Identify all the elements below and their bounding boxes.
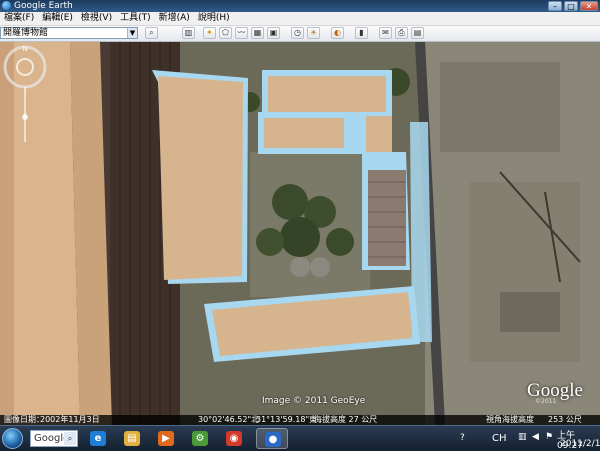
planets-icon[interactable]: ◐ <box>331 27 344 39</box>
flag-icon[interactable]: ⚑ <box>545 432 553 442</box>
navigation-control[interactable]: N <box>0 42 50 152</box>
imagery-date: 2002年11月3日 <box>40 415 100 424</box>
image-credit: Image © 2011 GeoEye <box>262 396 366 406</box>
chevron-down-icon[interactable]: ▼ <box>127 28 137 38</box>
start-button[interactable] <box>2 428 23 449</box>
polygon-icon[interactable]: ⬠ <box>219 27 232 39</box>
sidebar-icon[interactable]: ▥ <box>182 27 195 39</box>
google-earth-icon <box>2 1 11 10</box>
ie-icon: e <box>90 431 106 446</box>
longitude: 31°13'59.18"東 <box>256 415 318 424</box>
search-input[interactable]: 開羅博物館 ▼ <box>0 27 138 39</box>
menu-tools[interactable]: 工具(T) <box>116 12 155 25</box>
path-icon[interactable]: 〰 <box>235 27 248 39</box>
taskbar-app-media[interactable]: ▶ <box>150 428 182 449</box>
search-value: 開羅博物館 <box>3 28 49 38</box>
taskbar-app-explorer[interactable]: ▤ <box>116 428 148 449</box>
language-indicator[interactable]: CH <box>492 433 507 444</box>
menu-file[interactable]: 檔案(F) <box>0 12 38 25</box>
menu-bar: 檔案(F) 編輯(E) 檢視(V) 工具(T) 新增(A) 說明(H) <box>0 12 600 26</box>
media-player-icon: ▶ <box>158 431 174 446</box>
menu-view[interactable]: 檢視(V) <box>77 12 116 25</box>
print-icon[interactable]: ⎙ <box>395 27 408 39</box>
taskbar-app-google-earth[interactable]: ● <box>256 428 288 449</box>
toolbar: 開羅博物館 ▼ ⌕ ▥ ✦ ⬠ 〰 ▦ ▣ ◷ ☀ ◐ ▮ ✉ ⎙ ▤ <box>0 26 600 42</box>
taskbar-app-ie[interactable]: e <box>82 428 114 449</box>
eye-altitude: 253 公尺 <box>548 415 582 424</box>
latitude: 30°02'46.52"北 <box>198 415 260 424</box>
menu-edit[interactable]: 編輯(E) <box>38 12 77 25</box>
sunlight-icon[interactable]: ☀ <box>307 27 320 39</box>
volume-icon[interactable]: ◀ <box>532 432 539 442</box>
menu-help[interactable]: 說明(H) <box>194 12 234 25</box>
taskbar: Google ⌕ e ▤ ▶ ⚙ ◉ ● CH ? ▥ ◀ ⚑ 上午 09:27… <box>0 425 600 451</box>
satellite-imagery <box>0 42 600 425</box>
folder-icon: ▤ <box>124 431 140 446</box>
network-icon: ⚙ <box>192 431 208 446</box>
eye-altitude-label: 視角海拔高度 <box>486 415 534 424</box>
map-view[interactable]: N Image © 2011 GeoEye Google ©2011 <box>0 42 600 425</box>
taskbar-search-input[interactable]: Google ⌕ <box>30 430 78 447</box>
placemark-icon[interactable]: ✦ <box>203 27 216 39</box>
chrome-icon: ◉ <box>226 431 242 446</box>
minimize-button[interactable]: – <box>548 1 562 11</box>
google-earth-icon: ● <box>265 432 281 447</box>
ruler-icon[interactable]: ▮ <box>355 27 368 39</box>
map-copyright: ©2011 <box>535 398 557 405</box>
search-icon[interactable]: ⌕ <box>64 432 76 445</box>
overlay-icon[interactable]: ▦ <box>251 27 264 39</box>
elevation: 海拔高度 27 公尺 <box>314 415 378 424</box>
historical-imagery-icon[interactable]: ◷ <box>291 27 304 39</box>
menu-add[interactable]: 新增(A) <box>155 12 194 25</box>
imagery-date-label: 圖像日期： <box>4 415 44 424</box>
window-controls: – □ ✕ <box>548 1 598 11</box>
clock-date[interactable]: 2011/2/12 <box>560 439 600 449</box>
maps-icon[interactable]: ▤ <box>411 27 424 39</box>
status-bar: 圖像日期： 2002年11月3日 30°02'46.52"北 31°13'59.… <box>0 415 600 425</box>
email-icon[interactable]: ✉ <box>379 27 392 39</box>
window-title: Google Earth <box>14 1 73 11</box>
taskbar-app-network[interactable]: ⚙ <box>184 428 216 449</box>
taskbar-app-chrome[interactable]: ◉ <box>218 428 250 449</box>
network-tray-icon[interactable]: ▥ <box>518 432 527 442</box>
tour-icon[interactable]: ▣ <box>267 27 280 39</box>
close-button[interactable]: ✕ <box>580 1 598 11</box>
maximize-button[interactable]: □ <box>564 1 578 11</box>
svg-text:N: N <box>22 45 27 53</box>
title-bar: Google Earth – □ ✕ <box>0 0 600 12</box>
help-icon[interactable]: ? <box>460 433 465 443</box>
search-icon[interactable]: ⌕ <box>145 27 158 39</box>
